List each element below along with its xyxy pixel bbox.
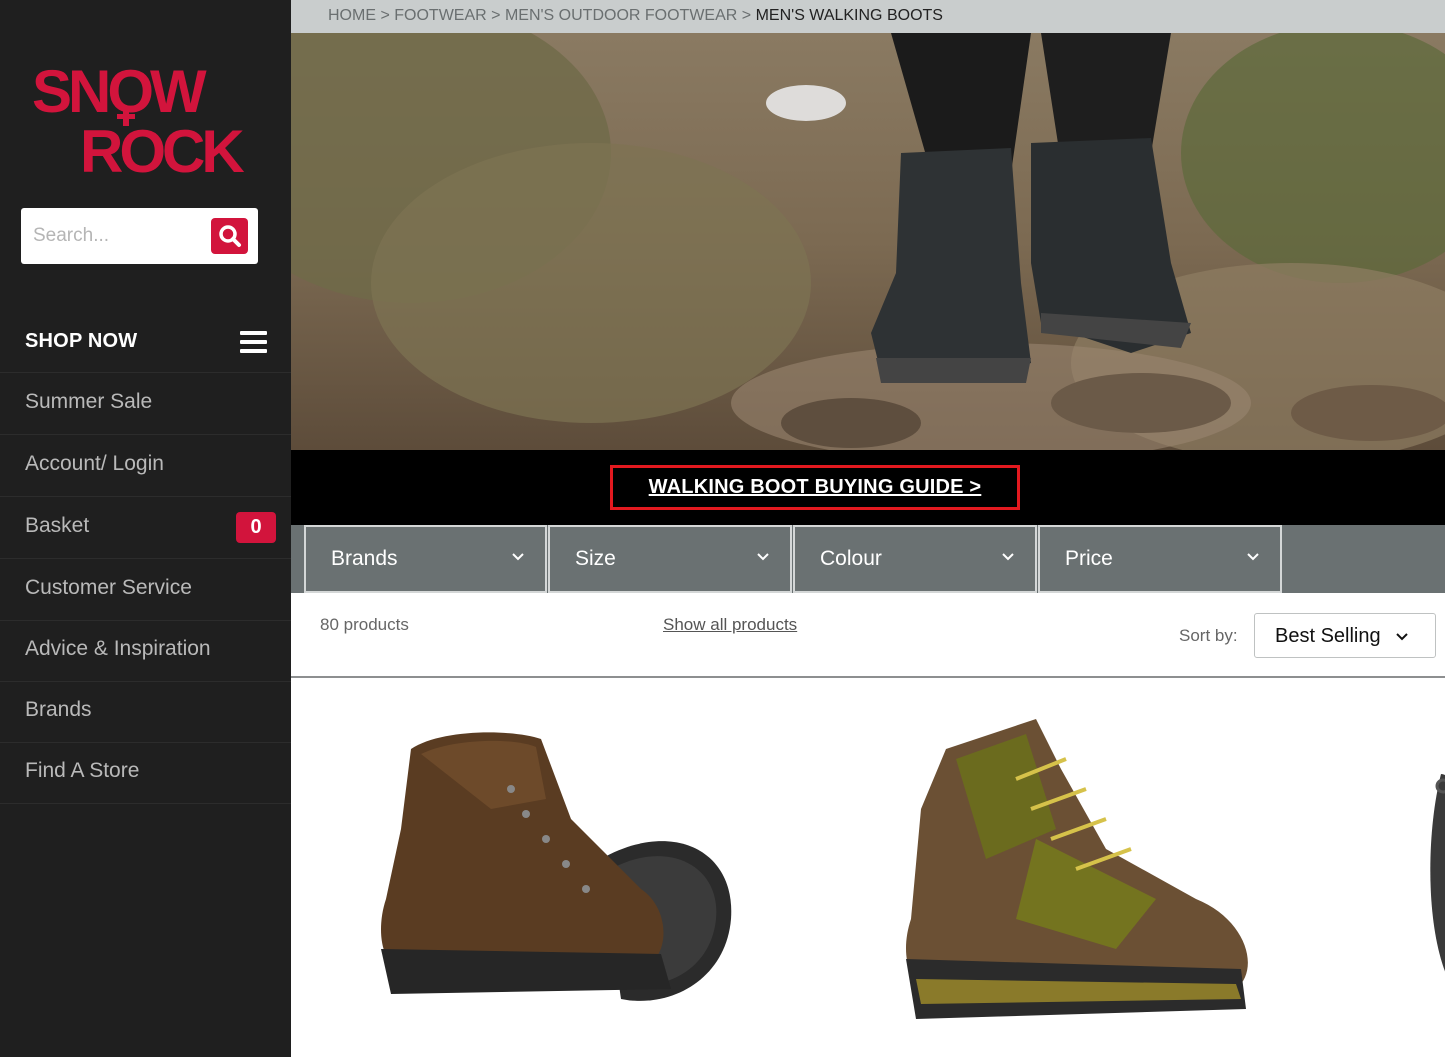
filter-label: Price xyxy=(1065,547,1113,570)
sidebar-item-summer-sale[interactable]: Summer Sale xyxy=(0,373,291,435)
filter-label: Colour xyxy=(820,547,882,570)
hero-banner-image xyxy=(291,33,1445,450)
breadcrumb-separator: > xyxy=(380,7,390,24)
sidebar-item-advice-inspiration[interactable]: Advice & Inspiration xyxy=(0,620,291,682)
show-all-products-link[interactable]: Show all products xyxy=(663,615,797,635)
filter-label: Brands xyxy=(331,547,398,570)
filter-price-dropdown[interactable]: Price xyxy=(1038,525,1282,593)
breadcrumb-bar: HOME > FOOTWEAR > MEN'S OUTDOOR FOOTWEAR… xyxy=(291,0,1445,33)
filter-label: Size xyxy=(575,547,616,570)
product-image-salomon-boot[interactable] xyxy=(896,719,1266,1039)
sidebar-item-label: Find A Store xyxy=(25,759,140,782)
breadcrumb-home[interactable]: HOME xyxy=(328,7,376,24)
chevron-down-icon xyxy=(1002,553,1014,561)
breadcrumb-separator: > xyxy=(741,7,752,24)
sidebar-item-label: Basket xyxy=(25,514,90,537)
buying-guide-bar: WALKING BOOT BUYING GUIDE > xyxy=(291,450,1445,525)
search-box xyxy=(21,208,258,264)
breadcrumb-footwear[interactable]: FOOTWEAR xyxy=(394,7,486,24)
search-button[interactable] xyxy=(211,218,248,254)
sidebar-item-account-login[interactable]: Account/ Login xyxy=(0,435,291,497)
sidebar-item-label: Summer Sale xyxy=(25,390,153,413)
results-toolbar: 80 products Show all products Sort by: B… xyxy=(291,593,1445,678)
product-grid xyxy=(291,679,1445,1057)
search-input[interactable] xyxy=(33,220,203,252)
breadcrumb-mens-outdoor-footwear[interactable]: MEN'S OUTDOOR FOOTWEAR xyxy=(505,7,737,24)
sort-by-label: Sort by: xyxy=(1179,626,1238,645)
sidebar-item-label: Advice & Inspiration xyxy=(25,637,211,660)
hamburger-menu-icon[interactable] xyxy=(240,331,267,355)
product-count: 80 products xyxy=(320,615,409,634)
breadcrumb: HOME > FOOTWEAR > MEN'S OUTDOOR FOOTWEAR… xyxy=(328,7,943,25)
logo-line2: ROCK xyxy=(80,118,244,180)
sidebar-item-brands[interactable]: Brands xyxy=(0,681,291,743)
sidebar-item-label: Customer Service xyxy=(25,576,192,599)
snow-rock-logo[interactable]: SNOW ROCK xyxy=(32,58,252,185)
walking-boot-buying-guide-link[interactable]: WALKING BOOT BUYING GUIDE > xyxy=(610,465,1020,510)
breadcrumb-separator: > xyxy=(491,7,501,24)
sidebar-item-basket[interactable]: Basket 0 xyxy=(0,497,291,559)
sidebar-item-label: Account/ Login xyxy=(25,452,164,475)
search-icon xyxy=(218,225,241,247)
breadcrumb-current: MEN'S WALKING BOOTS xyxy=(755,7,943,24)
chevron-down-icon xyxy=(1396,633,1408,641)
filter-colour-dropdown[interactable]: Colour xyxy=(793,525,1037,593)
sidebar: SNOW ROCK SHOP NOW Summer Sale Account/ … xyxy=(0,0,291,1057)
shop-now-label: SHOP NOW xyxy=(25,330,138,352)
chevron-down-icon xyxy=(1247,553,1259,561)
chevron-down-icon xyxy=(512,553,524,561)
shop-now-menu[interactable]: SHOP NOW xyxy=(0,312,291,373)
sort-select[interactable]: Best Selling xyxy=(1254,613,1436,658)
filter-size-dropdown[interactable]: Size xyxy=(548,525,792,593)
sidebar-item-label: Brands xyxy=(25,698,92,721)
filter-brands-dropdown[interactable]: Brands xyxy=(304,525,547,593)
sort-value: Best Selling xyxy=(1275,625,1381,647)
sidebar-item-customer-service[interactable]: Customer Service xyxy=(0,559,291,621)
sidebar-item-find-a-store[interactable]: Find A Store xyxy=(0,742,291,804)
product-image-partial[interactable] xyxy=(1421,774,1445,974)
chevron-down-icon xyxy=(757,553,769,561)
filter-bar: Brands Size Colour Price xyxy=(291,525,1445,593)
product-image-brown-leather-boot[interactable] xyxy=(371,729,741,1029)
basket-count-badge: 0 xyxy=(236,512,276,543)
